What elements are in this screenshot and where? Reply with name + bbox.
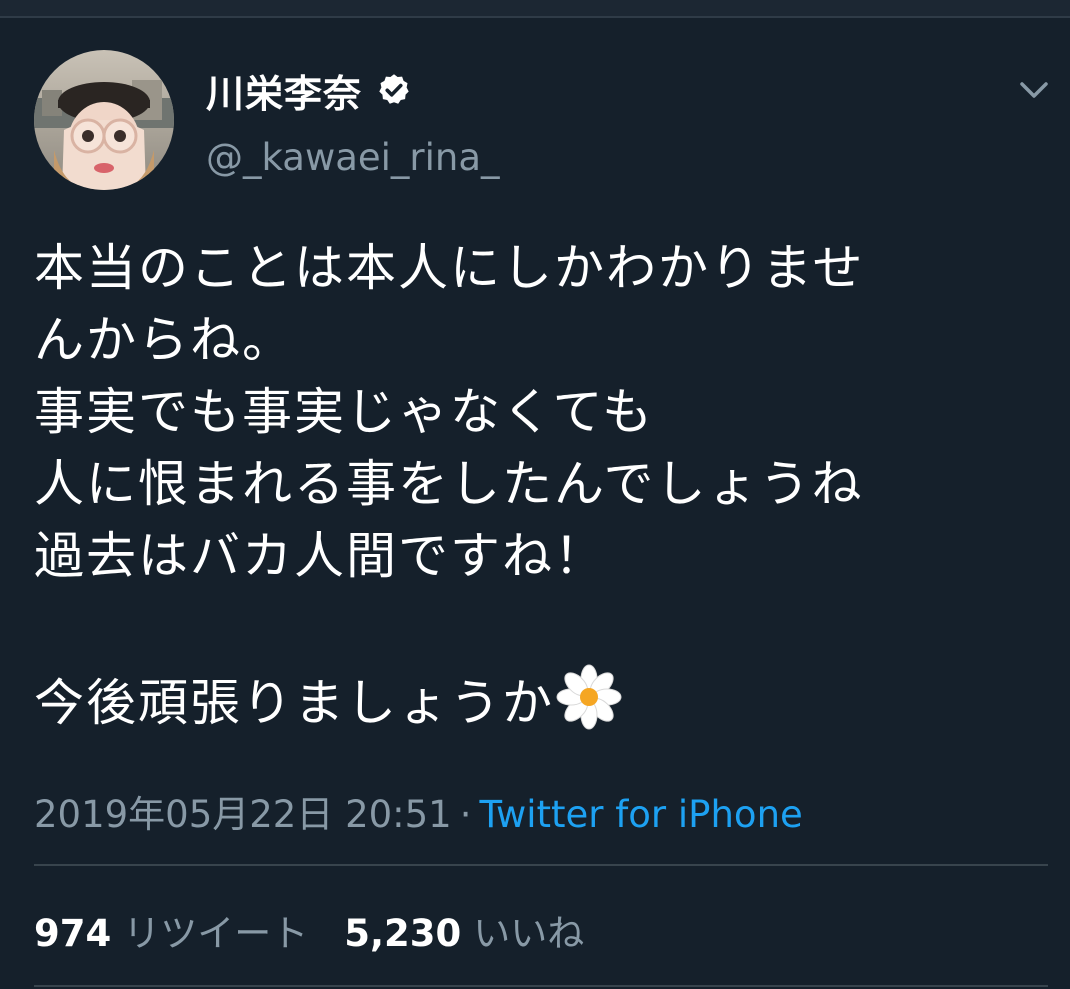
author-name-row[interactable]: 川栄李奈 bbox=[206, 62, 412, 118]
tweet-line: 事実でも事実じゃなくても bbox=[34, 383, 654, 441]
avatar[interactable] bbox=[34, 50, 174, 190]
divider bbox=[34, 985, 1048, 987]
tweet-line: 過去はバカ人間ですね！ bbox=[34, 527, 606, 585]
display-name[interactable]: 川栄李奈 bbox=[206, 63, 362, 118]
tweet-line: んからね。 bbox=[34, 311, 294, 369]
blossom-icon bbox=[556, 664, 622, 730]
tweet-last-line: 今後頑張りましょうか bbox=[34, 664, 1044, 736]
retweets-label: リツイート bbox=[123, 912, 309, 955]
source-link[interactable]: Twitter for iPhone bbox=[479, 793, 802, 836]
timestamp[interactable]: 2019年05月22日 20:51 bbox=[34, 793, 452, 836]
likes-count: 5,230 bbox=[344, 912, 462, 955]
retweets-count: 974 bbox=[34, 912, 112, 955]
tweet-meta: 2019年05月22日 20:51 · Twitter for iPhone bbox=[34, 784, 803, 838]
tweet-stats: 974 リツイート 5,230 いいね bbox=[34, 903, 584, 957]
likes-stat[interactable]: 5,230 いいね bbox=[344, 912, 584, 955]
likes-label: いいね bbox=[473, 912, 585, 955]
tweet-text: 本当のことは本人にしかわかりませ んからね。 事実でも事実じゃなくても 人に恨ま… bbox=[34, 232, 1044, 736]
retweets-stat[interactable]: 974 リツイート bbox=[34, 912, 308, 955]
author-handle[interactable]: @_kawaei_rina_ bbox=[206, 136, 500, 179]
tweet-detail-page: 川栄李奈 @_kawaei_rina_ 本当のことは本人にしかわかりませ んから… bbox=[0, 0, 1070, 989]
tweet-line: 今後頑張りましょうか bbox=[34, 674, 554, 732]
divider bbox=[34, 864, 1048, 866]
tweet-line: 本当のことは本人にしかわかりませ bbox=[34, 239, 865, 297]
verified-badge-icon bbox=[379, 74, 409, 104]
tweet-line: 人に恨まれる事をしたんでしょうね bbox=[34, 455, 864, 513]
chevron-down-icon[interactable] bbox=[1014, 72, 1054, 108]
top-bar-edge bbox=[0, 0, 1070, 18]
meta-separator: · bbox=[459, 793, 472, 836]
avatar-photo bbox=[34, 50, 174, 190]
